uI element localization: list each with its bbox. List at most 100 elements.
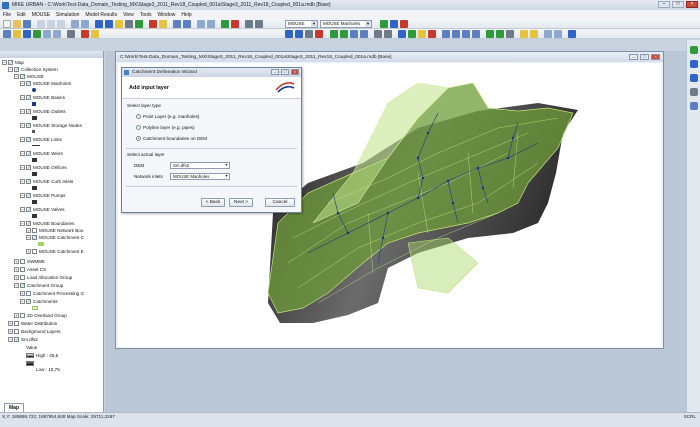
validate-icon[interactable] bbox=[428, 30, 436, 38]
open-icon[interactable] bbox=[13, 20, 21, 28]
checkbox[interactable] bbox=[20, 259, 25, 264]
expand-icon[interactable]: + bbox=[26, 249, 31, 254]
print-icon[interactable] bbox=[67, 30, 75, 38]
tree-node-mouse-boundaries[interactable]: − ✓ MOUSE Boundaries bbox=[20, 220, 74, 227]
checkbox[interactable]: ✓ bbox=[26, 207, 31, 212]
menu-file[interactable]: File bbox=[3, 12, 11, 18]
run-icon[interactable] bbox=[221, 20, 229, 28]
collapse-icon[interactable]: − bbox=[20, 193, 25, 198]
zoom-window-icon[interactable] bbox=[23, 30, 31, 38]
doc-close-button[interactable]: × bbox=[651, 54, 660, 60]
checkbox[interactable]: ✓ bbox=[26, 151, 31, 156]
connect-icon[interactable] bbox=[374, 30, 382, 38]
add-feature-icon[interactable] bbox=[380, 20, 388, 28]
tree-node-mouse-catchment-c[interactable]: − ✓ MOUSE Catchment C bbox=[26, 234, 84, 241]
tree-node-mouse-links[interactable]: − ✓ MOUSE Links bbox=[20, 136, 62, 143]
minimize-button[interactable]: – bbox=[658, 1, 670, 8]
weir-icon[interactable] bbox=[462, 30, 470, 38]
tree-node-mouse[interactable]: − ✓ MOUSE bbox=[14, 73, 44, 80]
back-button[interactable]: < Back bbox=[201, 198, 225, 207]
checkbox[interactable] bbox=[32, 249, 37, 254]
tree-node-water-distribution[interactable]: + Water Distribution bbox=[8, 320, 57, 327]
catchment-icon[interactable] bbox=[340, 30, 348, 38]
checkbox[interactable]: ✓ bbox=[20, 283, 25, 288]
layer-icon[interactable] bbox=[173, 20, 181, 28]
move-feature-icon[interactable] bbox=[390, 20, 398, 28]
tree-node-mouse-curb-inlets[interactable]: − ✓ MOUSE Curb Inlets bbox=[20, 178, 73, 185]
expand-icon[interactable]: + bbox=[14, 313, 19, 318]
grid-icon[interactable] bbox=[398, 30, 406, 38]
forward-icon[interactable] bbox=[53, 30, 61, 38]
checkbox[interactable] bbox=[32, 228, 37, 233]
play-icon[interactable] bbox=[285, 30, 293, 38]
tree-node-mouse-storage-nodes[interactable]: − ✓ MOUSE Storage Nodes bbox=[20, 122, 82, 129]
undo-icon[interactable] bbox=[71, 20, 79, 28]
edit-icon[interactable] bbox=[197, 20, 205, 28]
expand-icon[interactable]: + bbox=[14, 275, 19, 280]
collapse-icon[interactable]: − bbox=[20, 81, 25, 86]
tree-node-collection-system[interactable]: − ✓ Collection System bbox=[8, 66, 58, 73]
menu-model-results[interactable]: Model Results bbox=[85, 12, 117, 18]
wizard-maximize-button[interactable]: □ bbox=[281, 69, 289, 75]
collapse-icon[interactable]: − bbox=[20, 299, 25, 304]
menu-view[interactable]: View bbox=[123, 12, 134, 18]
expand-icon[interactable]: + bbox=[8, 329, 13, 334]
tree-node-background-layers[interactable]: + Background Layers bbox=[8, 328, 61, 335]
menu-tools[interactable]: Tools bbox=[140, 12, 152, 18]
expand-icon[interactable]: + bbox=[20, 291, 25, 296]
delete-feature-icon[interactable] bbox=[400, 20, 408, 28]
maximize-button[interactable]: □ bbox=[672, 1, 684, 8]
back-icon[interactable] bbox=[43, 30, 51, 38]
highlight-icon[interactable] bbox=[91, 30, 99, 38]
checkbox[interactable]: ✓ bbox=[26, 165, 31, 170]
collapse-icon[interactable]: − bbox=[2, 60, 7, 65]
close-button[interactable]: × bbox=[686, 1, 698, 8]
checkbox[interactable] bbox=[20, 267, 25, 272]
collapse-icon[interactable]: − bbox=[20, 109, 25, 114]
checkbox[interactable] bbox=[20, 275, 25, 280]
radio-polyline-layer[interactable]: Polyline layer (e.g. pipes) bbox=[136, 125, 195, 130]
tree-node-mouse-catchment-e[interactable]: + MOUSE Catchment E bbox=[26, 248, 84, 255]
query-icon[interactable] bbox=[13, 30, 21, 38]
stop-animation-icon[interactable] bbox=[315, 30, 323, 38]
globe-icon[interactable] bbox=[690, 46, 698, 54]
map-icon[interactable] bbox=[486, 30, 494, 38]
checkbox[interactable]: ✓ bbox=[26, 221, 31, 226]
cancel-button[interactable]: Cancel bbox=[265, 198, 295, 207]
expand-icon[interactable]: + bbox=[14, 267, 19, 272]
expand-icon[interactable]: + bbox=[8, 321, 13, 326]
table-icon[interactable] bbox=[183, 20, 191, 28]
collapse-icon[interactable]: − bbox=[8, 67, 13, 72]
node-icon[interactable] bbox=[452, 30, 460, 38]
tab-map[interactable]: Map bbox=[4, 403, 24, 412]
doc-maximize-button[interactable]: □ bbox=[640, 54, 649, 60]
full-extent-icon[interactable] bbox=[125, 20, 133, 28]
wizard-close-button[interactable]: × bbox=[291, 69, 299, 75]
checkbox[interactable] bbox=[14, 329, 19, 334]
tree-node-mouse-network-boundary[interactable]: + MOUSE Network Bou bbox=[26, 227, 83, 234]
redo-icon[interactable] bbox=[81, 20, 89, 28]
wizard-minimize-button[interactable]: – bbox=[271, 69, 279, 75]
collapse-icon[interactable]: − bbox=[20, 151, 25, 156]
next-button[interactable]: Next > bbox=[229, 198, 253, 207]
radio-dot[interactable] bbox=[136, 125, 141, 130]
collapse-icon[interactable]: − bbox=[20, 137, 25, 142]
tree-node-load-allocation-group[interactable]: + Load Allocation Group bbox=[14, 274, 72, 281]
radio-dot-selected[interactable] bbox=[136, 136, 141, 141]
toolbar-layer-select[interactable]: MOUSE Manholes ▼ bbox=[320, 20, 372, 28]
paste-icon[interactable] bbox=[57, 20, 65, 28]
checkbox[interactable] bbox=[26, 291, 31, 296]
checkbox[interactable]: ✓ bbox=[26, 123, 31, 128]
expand-icon[interactable]: + bbox=[14, 259, 19, 264]
collapse-icon[interactable]: − bbox=[20, 165, 25, 170]
tree-node-map[interactable]: − ✓ Map bbox=[2, 59, 24, 66]
collapse-icon[interactable]: − bbox=[14, 283, 19, 288]
refresh-icon[interactable] bbox=[33, 30, 41, 38]
menu-mouse[interactable]: MOUSE bbox=[32, 12, 50, 18]
tree-node-asset-cs[interactable]: + Asset CS bbox=[14, 266, 46, 273]
checkbox[interactable]: ✓ bbox=[32, 235, 37, 240]
dem-select[interactable]: Sm.dfs2 ▼ bbox=[170, 162, 230, 169]
disconnect-icon[interactable] bbox=[384, 30, 392, 38]
checkbox[interactable]: ✓ bbox=[26, 81, 31, 86]
settings-icon[interactable] bbox=[245, 20, 253, 28]
